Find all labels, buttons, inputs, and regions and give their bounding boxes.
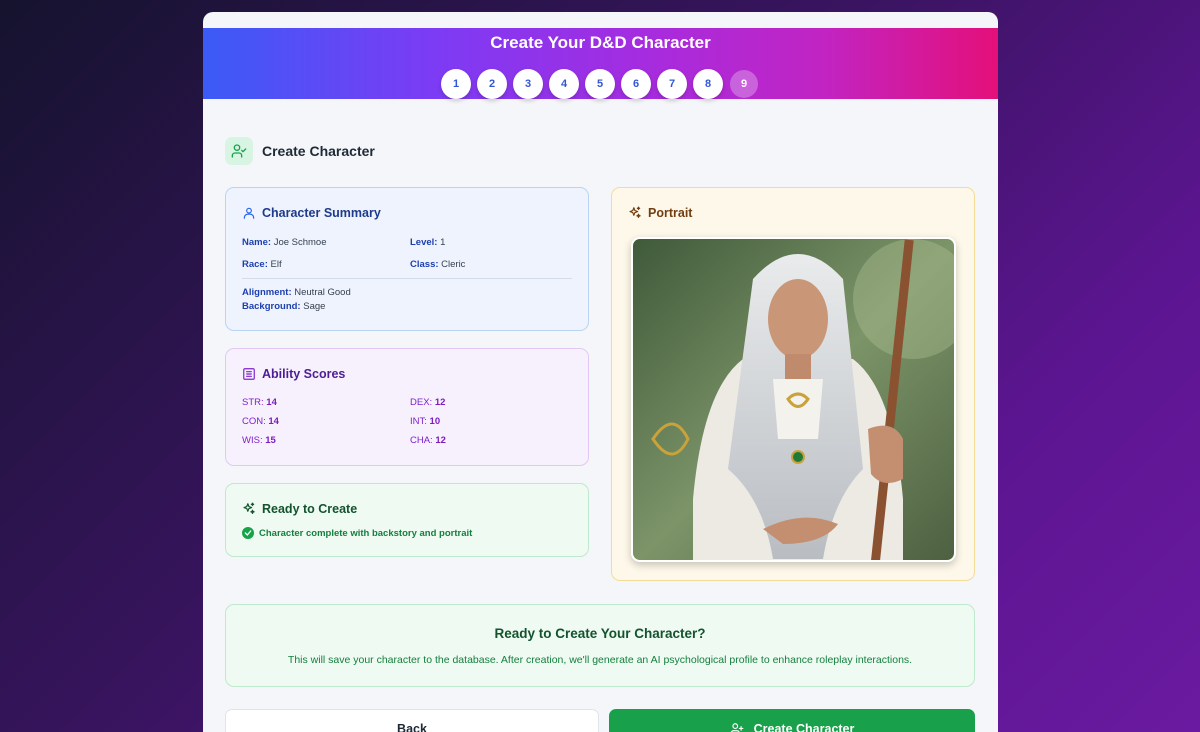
page-title: Create Your D&D Character	[490, 33, 711, 52]
character-portrait-image	[631, 237, 956, 562]
section-title: Create Character	[262, 143, 375, 159]
ready-title: Ready to Create	[262, 502, 358, 516]
portrait-title: Portrait	[648, 206, 693, 220]
ability-con: CON: 14	[242, 416, 279, 427]
check-circle-icon	[242, 527, 254, 539]
user-icon	[243, 207, 255, 219]
summary-background: Background: Sage	[242, 301, 326, 312]
ability-wis: WIS: 15	[242, 435, 276, 446]
ability-scores-panel: Ability Scores STR: 14 DEX: 12 CON: 14 I…	[225, 348, 589, 466]
summary-name: Name: Joe Schmoe	[242, 237, 327, 248]
section-heading: Create Character	[225, 137, 375, 165]
summary-divider	[242, 278, 572, 279]
step-7[interactable]: 7	[657, 69, 687, 99]
ability-dex: DEX: 12	[410, 397, 446, 408]
step-1[interactable]: 1	[441, 69, 471, 99]
ability-str: STR: 14	[242, 397, 277, 408]
sparkles-icon	[243, 502, 255, 515]
back-button[interactable]: Back	[225, 709, 599, 732]
ready-panel: Ready to Create Character complete with …	[225, 483, 589, 557]
character-summary-panel: Character Summary Name: Joe Schmoe Level…	[225, 187, 589, 331]
summary-alignment: Alignment: Neutral Good	[242, 287, 351, 298]
step-2[interactable]: 2	[477, 69, 507, 99]
list-icon	[243, 368, 255, 380]
ready-status: Character complete with backstory and po…	[259, 527, 473, 539]
step-9[interactable]: 9	[730, 70, 758, 98]
step-5[interactable]: 5	[585, 69, 615, 99]
ability-int: INT: 10	[410, 416, 441, 427]
step-8[interactable]: 8	[693, 69, 723, 99]
portrait-panel: Portrait	[611, 187, 975, 581]
confirmation-text: This will save your character to the dat…	[287, 654, 913, 666]
summary-title: Character Summary	[262, 206, 381, 220]
confirmation-box: Ready to Create Your Character? This wil…	[225, 604, 975, 687]
abilities-title: Ability Scores	[262, 367, 346, 381]
sparkles-icon	[629, 206, 641, 219]
step-3[interactable]: 3	[513, 69, 543, 99]
summary-race: Race: Elf	[242, 259, 282, 270]
summary-level: Level: 1	[410, 237, 446, 248]
summary-class: Class: Cleric	[410, 259, 466, 270]
confirmation-title: Ready to Create Your Character?	[494, 626, 706, 641]
step-6[interactable]: 6	[621, 69, 651, 99]
user-check-icon	[225, 137, 253, 165]
step-4[interactable]: 4	[549, 69, 579, 99]
ability-cha: CHA: 12	[410, 435, 446, 446]
wizard-card: Create Your D&D Character 1 2 3 4 5 6 7 …	[203, 12, 998, 732]
wizard-header: Create Your D&D Character 1 2 3 4 5 6 7 …	[203, 28, 998, 99]
create-character-button[interactable]: Create Character	[609, 709, 975, 732]
user-plus-icon	[730, 723, 744, 732]
